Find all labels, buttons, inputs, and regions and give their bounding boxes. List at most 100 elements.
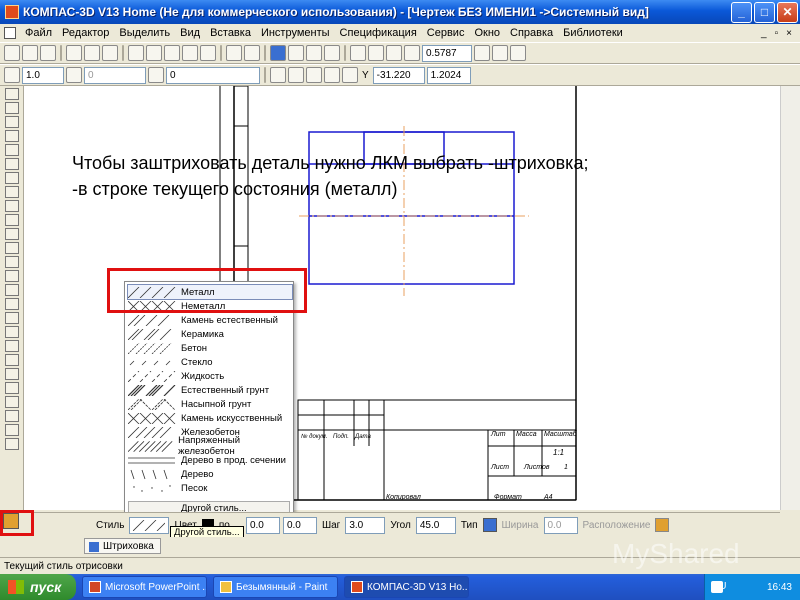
doc-restore-button[interactable]: ▫ (775, 28, 779, 39)
hatch-item-bulk-soil[interactable]: Насыпной грунт (128, 397, 292, 411)
pan-icon[interactable] (474, 45, 490, 61)
zoom-field[interactable]: 0.5787 (422, 44, 472, 62)
hatch-item-sand[interactable]: Песок (128, 481, 292, 495)
hatch-item-concrete[interactable]: Бетон (128, 341, 292, 355)
task-kompas[interactable]: КОМПАС-3D V13 Ho... (344, 576, 469, 598)
print-icon[interactable] (66, 45, 82, 61)
show-all-icon[interactable] (510, 45, 526, 61)
hatch-item-prestressed-concrete[interactable]: Напряженный железобетон (128, 435, 292, 457)
parametrization-icon[interactable] (5, 144, 19, 156)
menu-specification[interactable]: Спецификация (335, 27, 422, 39)
paste-icon[interactable] (164, 45, 180, 61)
hatch-tool-icon[interactable] (5, 438, 19, 450)
snap-icon[interactable] (270, 67, 286, 83)
editing-icon[interactable] (5, 130, 19, 142)
hatch-button-icon[interactable] (3, 513, 19, 529)
hatch-item-wood-longitudinal[interactable]: Дерево в прод. сечении (128, 453, 292, 467)
origin-x-field[interactable]: 0.0 (245, 516, 280, 534)
fillet-icon[interactable] (5, 368, 19, 380)
menu-editor[interactable]: Редактор (57, 27, 114, 39)
undo-icon[interactable] (226, 45, 242, 61)
format-painter-icon[interactable] (182, 45, 198, 61)
grid-icon[interactable] (288, 67, 304, 83)
menu-service[interactable]: Сервис (422, 27, 470, 39)
ortho-icon[interactable] (306, 67, 322, 83)
menu-window[interactable]: Окно (469, 27, 505, 39)
help-icon[interactable] (324, 45, 340, 61)
coord-y-field[interactable]: 1.2024 (426, 66, 471, 84)
preview-icon[interactable] (84, 45, 100, 61)
dimensions-icon[interactable] (5, 102, 19, 114)
menu-help[interactable]: Справка (505, 27, 558, 39)
redo-icon[interactable] (244, 45, 260, 61)
auxiliary-line-icon[interactable] (5, 256, 19, 268)
round-icon[interactable] (342, 67, 358, 83)
rectangle-icon[interactable] (5, 382, 19, 394)
doc-minimize-button[interactable]: _ (761, 28, 767, 39)
variables-icon[interactable] (288, 45, 304, 61)
polyline-icon[interactable] (5, 340, 19, 352)
manager-icon[interactable] (270, 45, 286, 61)
tab-hatch[interactable]: Штриховка (84, 538, 161, 554)
menu-view[interactable]: Вид (175, 27, 205, 39)
hatch-item-liquid[interactable]: Жидкость (128, 369, 292, 383)
menu-tools[interactable]: Инструменты (256, 27, 335, 39)
menu-libraries[interactable]: Библиотеки (558, 27, 628, 39)
hatch-item-ceramics[interactable]: Керамика (128, 327, 292, 341)
arc-icon[interactable] (5, 298, 19, 310)
zoom-in-icon[interactable] (368, 45, 384, 61)
polygon-icon[interactable] (5, 396, 19, 408)
zoom-out-icon[interactable] (386, 45, 402, 61)
function-icon[interactable] (306, 45, 322, 61)
new-document-icon[interactable] (4, 45, 20, 61)
position-icon[interactable] (655, 518, 670, 532)
segment-icon[interactable] (5, 270, 19, 282)
contour-icon[interactable] (5, 410, 19, 422)
maximize-button[interactable]: □ (754, 1, 775, 23)
designations-icon[interactable] (5, 116, 19, 128)
hatch-item-artificial-stone[interactable]: Камень искусственный (128, 411, 292, 425)
angle-field[interactable]: 45.0 (415, 516, 456, 534)
line-width-field[interactable]: 1.0 (22, 66, 64, 84)
hatch-style-field[interactable] (129, 516, 170, 534)
specification-icon[interactable] (5, 200, 19, 212)
save-icon[interactable] (40, 45, 56, 61)
type-icon[interactable] (482, 518, 497, 532)
point-icon[interactable] (5, 242, 19, 254)
copy-icon[interactable] (146, 45, 162, 61)
cursor-icon[interactable] (200, 45, 216, 61)
menu-insert[interactable]: Вставка (205, 27, 256, 39)
select-icon[interactable] (5, 172, 19, 184)
layer-field[interactable]: 0 (84, 66, 146, 84)
coord-x-field[interactable]: -31.220 (372, 66, 425, 84)
start-button[interactable]: пуск (0, 574, 76, 600)
spline-icon[interactable] (5, 326, 19, 338)
minimize-button[interactable]: _ (731, 1, 752, 23)
ellipse-icon[interactable] (5, 312, 19, 324)
measurements-icon[interactable] (5, 158, 19, 170)
origin-y-field[interactable]: 0.0 (282, 516, 317, 534)
style-field[interactable]: 0 (166, 66, 260, 84)
menu-select[interactable]: Выделить (114, 27, 175, 39)
vertical-scrollbar[interactable] (780, 86, 800, 510)
equidistant-icon[interactable] (5, 424, 19, 436)
step-field[interactable]: 3.0 (345, 516, 386, 534)
circle-icon[interactable] (5, 284, 19, 296)
menu-file[interactable]: Файл (20, 27, 57, 39)
associative-views-icon[interactable] (5, 186, 19, 198)
zoom-window-icon[interactable] (350, 45, 366, 61)
geometry-icon[interactable] (5, 88, 19, 100)
width-field[interactable]: 0.0 (543, 516, 578, 534)
task-powerpoint[interactable]: Microsoft PowerPoint ... (82, 576, 207, 598)
local-cs-icon[interactable] (324, 67, 340, 83)
doc-close-button[interactable]: × (786, 28, 792, 39)
language-indicator[interactable]: RU (712, 581, 726, 592)
close-button[interactable]: ✕ (777, 1, 798, 23)
reports-icon[interactable] (5, 214, 19, 226)
zoom-scale-icon[interactable] (404, 45, 420, 61)
cut-icon[interactable] (128, 45, 144, 61)
hatch-item-natural-stone[interactable]: Камень естественный (128, 313, 292, 327)
open-icon[interactable] (22, 45, 38, 61)
task-paint[interactable]: Безымянный - Paint (213, 576, 338, 598)
hatch-item-glass[interactable]: Стекло (128, 355, 292, 369)
